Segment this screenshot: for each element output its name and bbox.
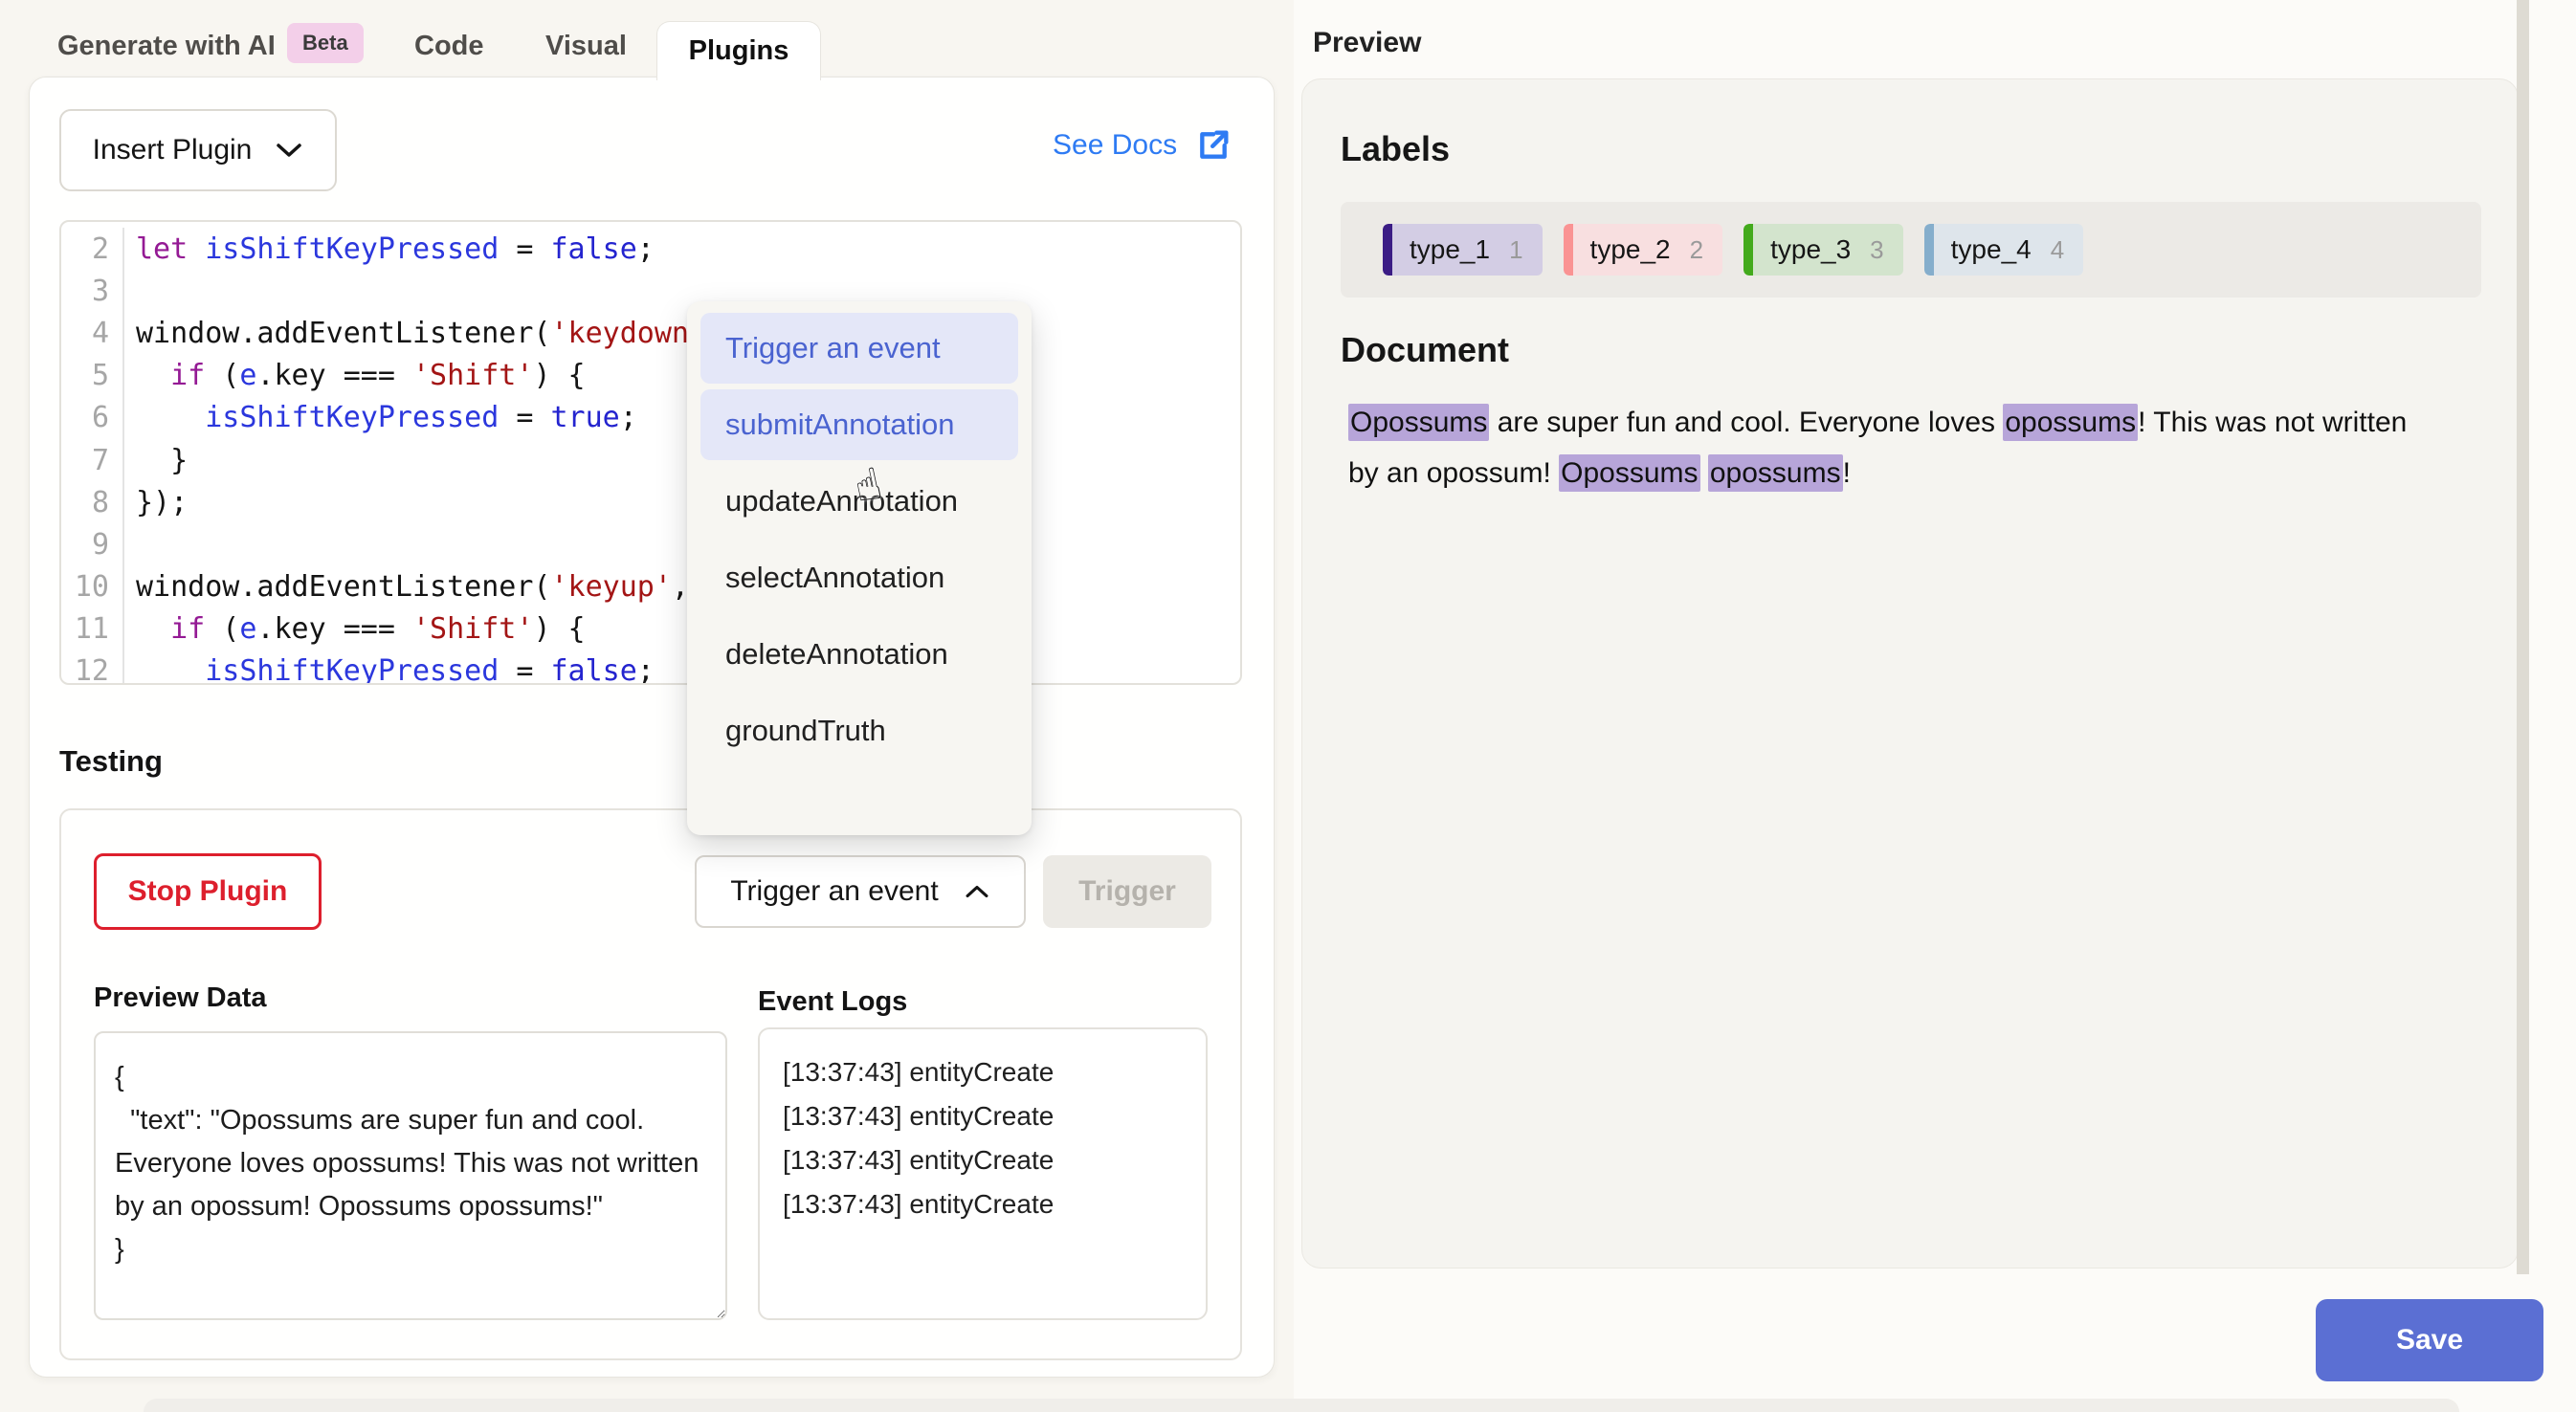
code-editor[interactable]: 2let isShiftKeyPressed = false;34window.… bbox=[59, 220, 1242, 685]
insert-plugin-label: Insert Plugin bbox=[93, 134, 253, 166]
code-line: 5 if (e.key === 'Shift') { bbox=[61, 355, 1240, 397]
event-select-dropdown[interactable]: Trigger an event bbox=[695, 855, 1026, 928]
line-number: 7 bbox=[61, 439, 124, 481]
event-logs-label: Event Logs bbox=[758, 986, 907, 1018]
line-number: 10 bbox=[61, 566, 124, 608]
line-number: 4 bbox=[61, 312, 124, 354]
document-plain-text bbox=[1700, 457, 1708, 489]
annotated-span[interactable]: opossums bbox=[2003, 404, 2138, 441]
label-chip-strip: type_1 1 type_2 2 type_3 3 type_4 4 bbox=[1341, 202, 2481, 298]
see-docs-label: See Docs bbox=[1053, 129, 1177, 162]
menu-item-selectannotation[interactable]: selectAnnotation bbox=[700, 542, 1018, 613]
label-chip-hotkey: 3 bbox=[1870, 235, 1883, 265]
label-chip-name: type_1 bbox=[1410, 234, 1490, 265]
preview-title: Preview bbox=[1313, 27, 1421, 59]
code-line: 8}); bbox=[61, 481, 1240, 523]
line-number: 9 bbox=[61, 523, 124, 565]
menu-item-deleteannotation[interactable]: deleteAnnotation bbox=[700, 619, 1018, 690]
event-log-entry: [13:37:43] entityCreate bbox=[783, 1138, 1183, 1182]
document-plain-text: are super fun and cool. Everyone loves bbox=[1489, 407, 2003, 438]
line-number: 2 bbox=[61, 228, 124, 270]
line-number: 11 bbox=[61, 608, 124, 651]
chevron-down-icon bbox=[275, 141, 303, 160]
label-chip-type_1[interactable]: type_1 1 bbox=[1383, 224, 1543, 276]
stop-plugin-button[interactable]: Stop Plugin bbox=[94, 853, 322, 930]
save-button[interactable]: Save bbox=[2316, 1299, 2543, 1381]
label-chip-type_2[interactable]: type_2 2 bbox=[1564, 224, 1723, 276]
label-chip-name: type_2 bbox=[1590, 234, 1671, 265]
code-line: 4window.addEventListener('keydown', (e) … bbox=[61, 312, 1240, 354]
label-chip-hotkey: 1 bbox=[1509, 235, 1522, 265]
label-chip-type_3[interactable]: type_3 3 bbox=[1743, 224, 1903, 276]
event-log-entry: [13:37:43] entityCreate bbox=[783, 1050, 1183, 1094]
menu-item-trigger-an-event[interactable]: Trigger an event bbox=[700, 313, 1018, 384]
line-number: 5 bbox=[61, 355, 124, 397]
line-number: 12 bbox=[61, 651, 124, 685]
code-line: 9 bbox=[61, 523, 1240, 565]
document-heading: Document bbox=[1341, 330, 1509, 370]
document-plain-text: ! This was not written bbox=[2138, 407, 2407, 438]
label-chip-name: type_3 bbox=[1770, 234, 1851, 265]
code-line: 12 isShiftKeyPressed = false; bbox=[61, 651, 1240, 685]
tab-code[interactable]: Code bbox=[414, 31, 484, 62]
label-chip-name: type_4 bbox=[1951, 234, 2032, 265]
see-docs-link[interactable]: See Docs bbox=[1053, 126, 1232, 165]
annotated-span[interactable]: opossums bbox=[1708, 454, 1843, 492]
tab-plugins[interactable]: Plugins bbox=[656, 21, 821, 80]
tab-visual[interactable]: Visual bbox=[545, 31, 627, 62]
annotated-span[interactable]: Opossums bbox=[1348, 404, 1489, 441]
labels-heading: Labels bbox=[1341, 129, 1450, 169]
label-color-bar bbox=[1743, 224, 1753, 276]
document-plain-text: ! bbox=[1843, 457, 1851, 489]
code-line: 6 isShiftKeyPressed = true; bbox=[61, 397, 1240, 439]
trigger-event-menu: Trigger an eventsubmitAnnotationupdateAn… bbox=[687, 301, 1032, 835]
testing-heading: Testing bbox=[59, 744, 163, 779]
menu-item-submitannotation[interactable]: submitAnnotation bbox=[700, 389, 1018, 460]
code-line: 7 } bbox=[61, 439, 1240, 481]
tab-generate-with-ai[interactable]: Generate with AI bbox=[57, 31, 276, 62]
vertical-scrollbar[interactable] bbox=[2517, 0, 2529, 1274]
external-link-icon bbox=[1194, 126, 1232, 165]
line-number: 8 bbox=[61, 481, 124, 523]
insert-plugin-button[interactable]: Insert Plugin bbox=[59, 109, 337, 191]
beta-badge: Beta bbox=[287, 23, 364, 63]
label-chip-type_4[interactable]: type_4 4 bbox=[1924, 224, 2084, 276]
menu-item-groundtruth[interactable]: groundTruth bbox=[700, 695, 1018, 766]
annotated-span[interactable]: Opossums bbox=[1559, 454, 1699, 492]
line-number: 3 bbox=[61, 270, 124, 312]
bottom-window-edge bbox=[144, 1399, 2459, 1412]
label-color-bar bbox=[1383, 224, 1392, 276]
app-window: Generate with AI Beta Code Visual Plugin… bbox=[0, 0, 2576, 1412]
code-line: 10window.addEventListener('keyup', (e) =… bbox=[61, 566, 1240, 608]
label-chip-hotkey: 2 bbox=[1690, 235, 1703, 265]
preview-data-label: Preview Data bbox=[94, 982, 267, 1014]
preview-data-textarea[interactable] bbox=[94, 1031, 727, 1320]
document-plain-text: by an opossum! bbox=[1348, 457, 1559, 489]
preview-panel: Labels type_1 1 type_2 2 type_3 3 type_4 4 Docu… bbox=[1301, 78, 2519, 1269]
label-color-bar bbox=[1564, 224, 1573, 276]
line-number: 6 bbox=[61, 397, 124, 439]
label-chip-hotkey: 4 bbox=[2051, 235, 2064, 265]
code-line: 2let isShiftKeyPressed = false; bbox=[61, 228, 1240, 270]
testing-panel: Stop Plugin Trigger an event Trigger Pre… bbox=[59, 808, 1242, 1360]
label-color-bar bbox=[1924, 224, 1934, 276]
trigger-button[interactable]: Trigger bbox=[1043, 855, 1211, 928]
code-line: 11 if (e.key === 'Shift') { bbox=[61, 608, 1240, 651]
event-logs-list: [13:37:43] entityCreate[13:37:43] entity… bbox=[758, 1027, 1208, 1320]
code-line: 3 bbox=[61, 270, 1240, 312]
event-select-label: Trigger an event bbox=[730, 875, 938, 908]
event-log-entry: [13:37:43] entityCreate bbox=[783, 1182, 1183, 1226]
document-text[interactable]: Opossums are super fun and cool. Everyon… bbox=[1348, 397, 2497, 498]
event-log-entry: [13:37:43] entityCreate bbox=[783, 1094, 1183, 1138]
chevron-up-icon bbox=[964, 883, 990, 900]
